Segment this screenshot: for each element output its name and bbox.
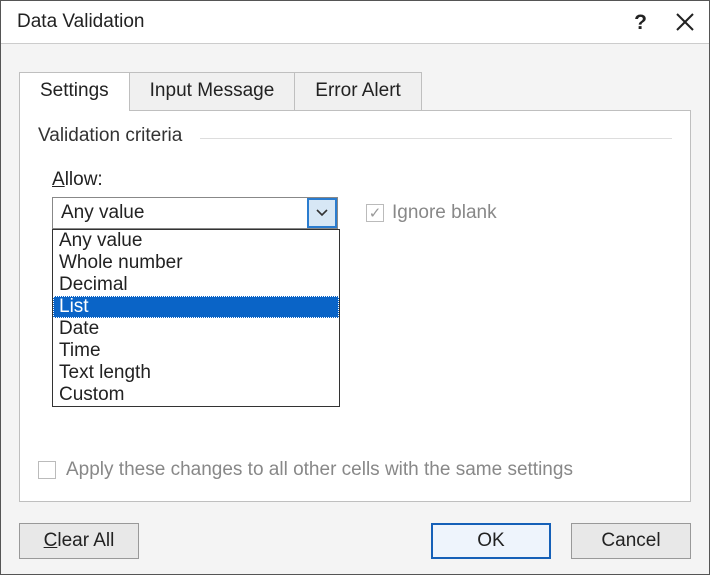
tab-error-alert[interactable]: Error Alert (294, 72, 422, 110)
tabstrip: Settings Input Message Error Alert (19, 72, 421, 110)
ok-button[interactable]: OK (431, 523, 551, 559)
allow-combobox-value: Any value (53, 198, 307, 228)
cancel-button[interactable]: Cancel (571, 523, 691, 559)
help-icon[interactable]: ? (634, 12, 647, 33)
titlebar: Data Validation ? (1, 1, 709, 43)
apply-all-label: Apply these changes to all other cells w… (66, 459, 573, 481)
chevron-down-icon (316, 209, 328, 217)
window-title: Data Validation (17, 11, 634, 33)
allow-option-text-length[interactable]: Text length (53, 362, 339, 384)
clear-all-button[interactable]: Clear All (19, 523, 139, 559)
ignore-blank-box: ✓ (366, 204, 384, 222)
allow-dropdown[interactable]: Any value Whole number Decimal List Date… (52, 229, 340, 407)
allow-label: Allow: (52, 169, 672, 191)
ignore-blank-label: Ignore blank (392, 202, 497, 224)
dialog-buttons: Clear All OK Cancel (19, 522, 691, 560)
dialog-content: Settings Input Message Error Alert Valid… (1, 43, 709, 574)
allow-option-list[interactable]: List (53, 296, 339, 318)
groupbox-title: Validation criteria (38, 125, 672, 147)
settings-panel: Validation criteria Allow: Any value Any… (19, 110, 691, 502)
tab-settings[interactable]: Settings (19, 72, 130, 110)
allow-option-any-value[interactable]: Any value (53, 230, 339, 252)
apply-all-box (38, 461, 56, 479)
allow-option-custom[interactable]: Custom (53, 384, 339, 406)
tab-input-message[interactable]: Input Message (129, 72, 296, 110)
apply-all-checkbox: Apply these changes to all other cells w… (38, 459, 573, 481)
close-icon[interactable] (675, 12, 695, 32)
checkmark-icon: ✓ (369, 206, 382, 221)
allow-option-whole-number[interactable]: Whole number (53, 252, 339, 274)
allow-combobox[interactable]: Any value Any value Whole number Decimal… (52, 197, 338, 229)
allow-option-decimal[interactable]: Decimal (53, 274, 339, 296)
allow-combobox-button[interactable] (307, 198, 337, 228)
ignore-blank-checkbox: ✓ Ignore blank (366, 202, 497, 224)
allow-option-date[interactable]: Date (53, 318, 339, 340)
titlebar-controls: ? (634, 12, 695, 33)
groupbox-divider (200, 138, 672, 139)
allow-option-time[interactable]: Time (53, 340, 339, 362)
